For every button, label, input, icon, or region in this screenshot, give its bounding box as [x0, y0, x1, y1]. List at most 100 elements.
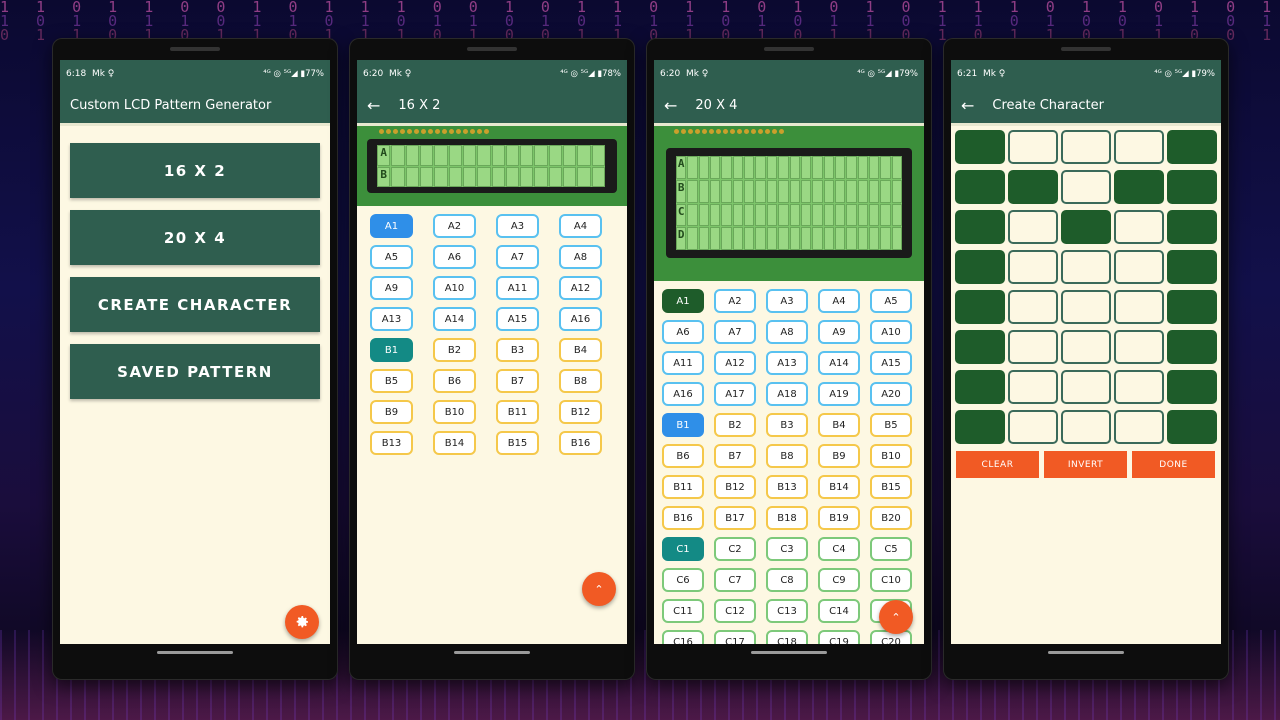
slot-button-b10[interactable]: B10: [870, 444, 912, 468]
slot-button-b8[interactable]: B8: [559, 369, 602, 393]
slot-button-b18[interactable]: B18: [766, 506, 808, 530]
slot-button-c16[interactable]: C16: [662, 630, 704, 644]
slot-button-c10[interactable]: C10: [870, 568, 912, 592]
pixel-cell[interactable]: [1167, 410, 1217, 444]
scroll-up-fab[interactable]: ⌃: [582, 572, 616, 606]
pixel-cell[interactable]: [1167, 210, 1217, 244]
gesture-bar[interactable]: [751, 651, 827, 654]
pixel-cell[interactable]: [955, 410, 1005, 444]
slot-button-a12[interactable]: A12: [559, 276, 602, 300]
slot-button-b9[interactable]: B9: [818, 444, 860, 468]
pixel-cell[interactable]: [1114, 170, 1164, 204]
slot-button-a5[interactable]: A5: [370, 245, 413, 269]
slot-button-a11[interactable]: A11: [662, 351, 704, 375]
settings-fab[interactable]: [285, 605, 319, 639]
pixel-cell[interactable]: [1061, 210, 1111, 244]
slot-button-c18[interactable]: C18: [766, 630, 808, 644]
slot-button-b15[interactable]: B15: [496, 431, 539, 455]
done-button[interactable]: DONE: [1132, 451, 1215, 478]
slot-button-c1[interactable]: C1: [662, 537, 704, 561]
slot-button-b17[interactable]: B17: [714, 506, 756, 530]
slot-button-a5[interactable]: A5: [870, 289, 912, 313]
slot-button-a2[interactable]: A2: [714, 289, 756, 313]
slot-button-c17[interactable]: C17: [714, 630, 756, 644]
pixel-cell[interactable]: [1114, 210, 1164, 244]
slot-button-a12[interactable]: A12: [714, 351, 756, 375]
slot-button-a13[interactable]: A13: [370, 307, 413, 331]
pixel-cell[interactable]: [1114, 130, 1164, 164]
slot-button-b9[interactable]: B9: [370, 400, 413, 424]
slot-button-b11[interactable]: B11: [662, 475, 704, 499]
slot-button-c4[interactable]: C4: [818, 537, 860, 561]
gesture-bar[interactable]: [157, 651, 233, 654]
slot-button-b20[interactable]: B20: [870, 506, 912, 530]
slot-button-a3[interactable]: A3: [766, 289, 808, 313]
slot-button-a1[interactable]: A1: [662, 289, 704, 313]
slot-button-a16[interactable]: A16: [559, 307, 602, 331]
slot-button-c3[interactable]: C3: [766, 537, 808, 561]
scroll-up-fab[interactable]: ⌃: [879, 600, 913, 634]
pixel-cell[interactable]: [955, 290, 1005, 324]
slot-button-a10[interactable]: A10: [870, 320, 912, 344]
slot-button-c14[interactable]: C14: [818, 599, 860, 623]
slot-button-b3[interactable]: B3: [766, 413, 808, 437]
slot-button-c13[interactable]: C13: [766, 599, 808, 623]
slot-button-a2[interactable]: A2: [433, 214, 476, 238]
slot-button-c11[interactable]: C11: [662, 599, 704, 623]
pixel-cell[interactable]: [1061, 290, 1111, 324]
slot-button-b1[interactable]: B1: [662, 413, 704, 437]
slot-button-b6[interactable]: B6: [662, 444, 704, 468]
menu-16x2-button[interactable]: 16 X 2: [70, 143, 320, 198]
slot-button-b14[interactable]: B14: [818, 475, 860, 499]
pixel-cell[interactable]: [1114, 250, 1164, 284]
pixel-cell[interactable]: [1061, 370, 1111, 404]
pixel-cell[interactable]: [1061, 330, 1111, 364]
slot-button-a7[interactable]: A7: [714, 320, 756, 344]
slot-button-a10[interactable]: A10: [433, 276, 476, 300]
slot-button-a1[interactable]: A1: [370, 214, 413, 238]
pixel-cell[interactable]: [1167, 250, 1217, 284]
slot-button-c12[interactable]: C12: [714, 599, 756, 623]
slot-button-c19[interactable]: C19: [818, 630, 860, 644]
invert-button[interactable]: INVERT: [1044, 451, 1127, 478]
slot-button-a14[interactable]: A14: [818, 351, 860, 375]
slot-button-a4[interactable]: A4: [818, 289, 860, 313]
menu-saved-pattern-button[interactable]: SAVED PATTERN: [70, 344, 320, 399]
pixel-cell[interactable]: [1008, 170, 1058, 204]
pixel-cell[interactable]: [1167, 290, 1217, 324]
slot-button-b15[interactable]: B15: [870, 475, 912, 499]
pixel-cell[interactable]: [1114, 370, 1164, 404]
slot-button-a9[interactable]: A9: [818, 320, 860, 344]
pixel-cell[interactable]: [955, 370, 1005, 404]
slot-button-b14[interactable]: B14: [433, 431, 476, 455]
back-arrow-icon[interactable]: ←: [664, 96, 677, 115]
slot-button-b13[interactable]: B13: [766, 475, 808, 499]
pixel-cell[interactable]: [1061, 130, 1111, 164]
slot-button-a16[interactable]: A16: [662, 382, 704, 406]
menu-20x4-button[interactable]: 20 X 4: [70, 210, 320, 265]
pixel-cell[interactable]: [955, 130, 1005, 164]
slot-button-a15[interactable]: A15: [870, 351, 912, 375]
slot-button-a20[interactable]: A20: [870, 382, 912, 406]
slot-button-a3[interactable]: A3: [496, 214, 539, 238]
clear-button[interactable]: CLEAR: [956, 451, 1039, 478]
slot-button-b5[interactable]: B5: [370, 369, 413, 393]
slot-button-a8[interactable]: A8: [766, 320, 808, 344]
slot-button-b10[interactable]: B10: [433, 400, 476, 424]
slot-button-b7[interactable]: B7: [496, 369, 539, 393]
pixel-cell[interactable]: [1167, 170, 1217, 204]
slot-button-b16[interactable]: B16: [662, 506, 704, 530]
pixel-cell[interactable]: [1061, 170, 1111, 204]
slot-button-c7[interactable]: C7: [714, 568, 756, 592]
pixel-cell[interactable]: [1167, 330, 1217, 364]
pixel-cell[interactable]: [1008, 210, 1058, 244]
slot-button-a6[interactable]: A6: [662, 320, 704, 344]
pixel-cell[interactable]: [1167, 370, 1217, 404]
pixel-cell[interactable]: [1008, 410, 1058, 444]
gesture-bar[interactable]: [1048, 651, 1124, 654]
pixel-cell[interactable]: [955, 170, 1005, 204]
slot-button-c2[interactable]: C2: [714, 537, 756, 561]
pixel-cell[interactable]: [1114, 290, 1164, 324]
back-arrow-icon[interactable]: ←: [961, 96, 974, 115]
pixel-cell[interactable]: [1061, 410, 1111, 444]
